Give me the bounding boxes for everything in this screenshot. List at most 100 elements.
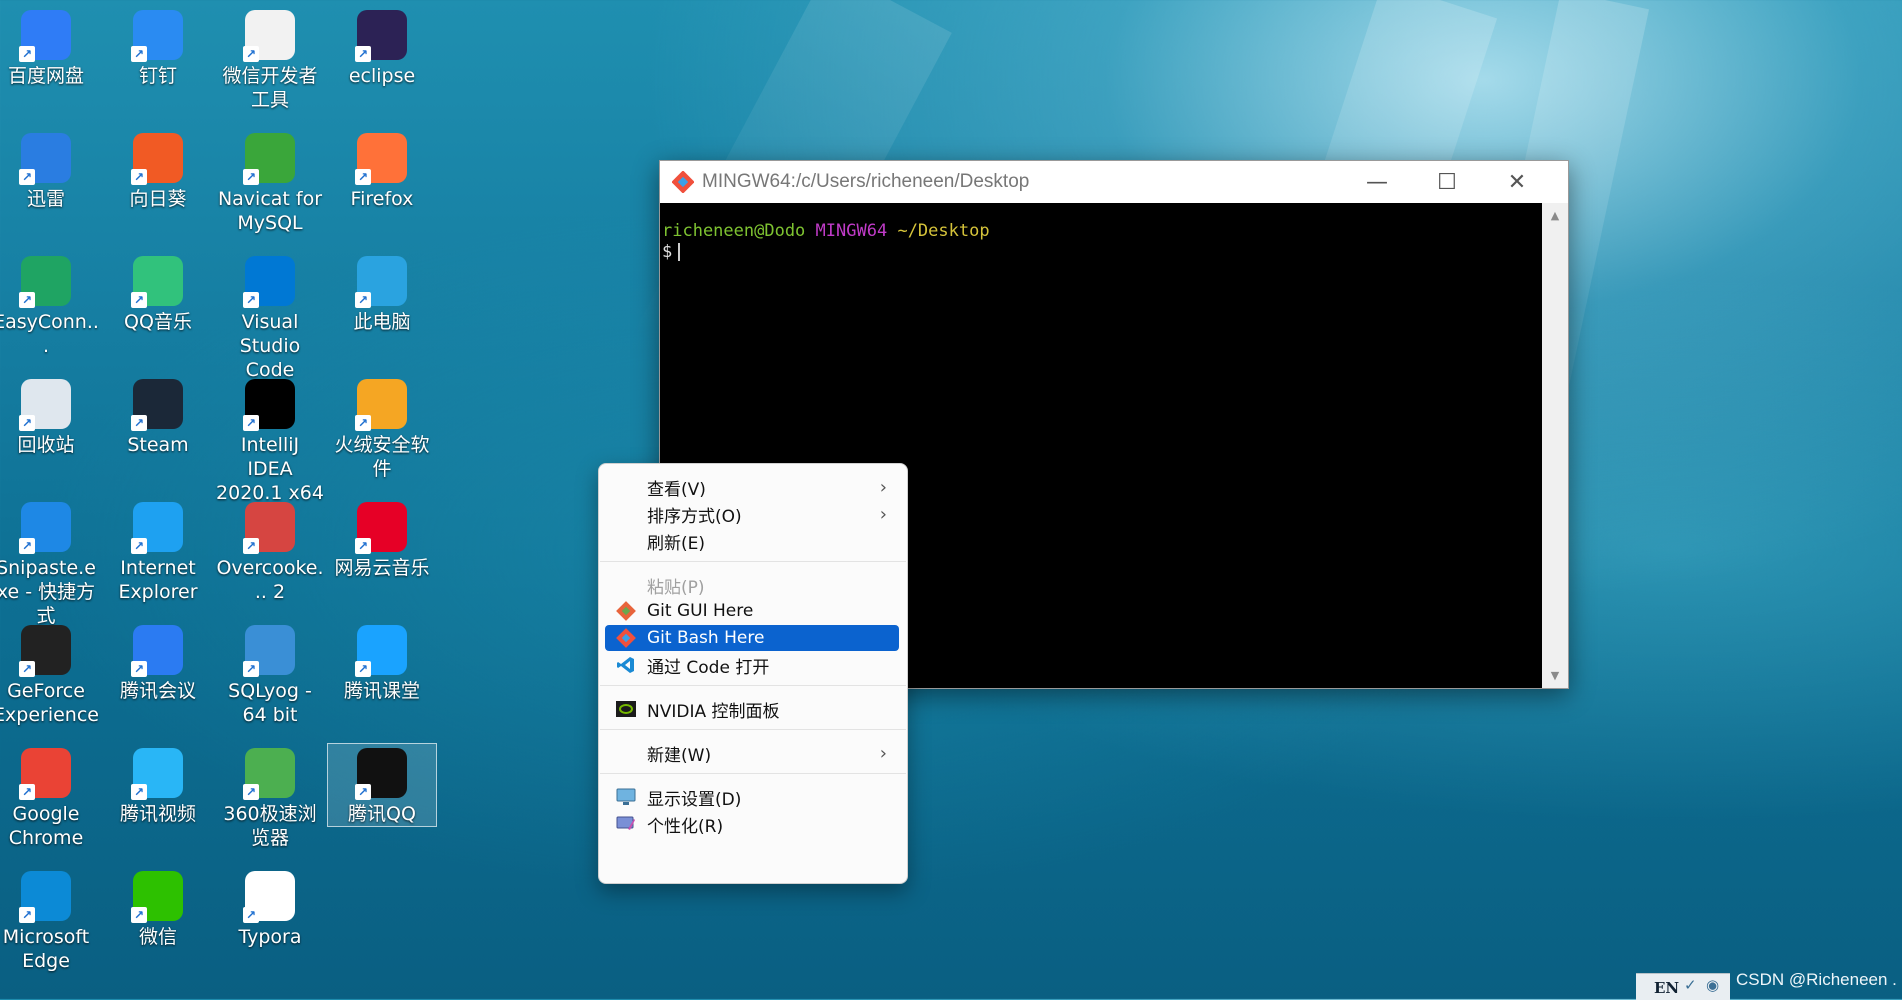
menu-item-open-code[interactable]: 通过 Code 打开 [605,652,899,678]
shortcut-arrow-icon: ↗ [355,538,371,554]
desktop-shortcut[interactable]: ↗ Snipaste.exe - 快捷方式 [0,498,100,628]
shortcut-arrow-icon: ↗ [355,169,371,185]
qqmusic-icon: ↗ [131,256,183,308]
desktop-shortcut[interactable]: ↗ 腾讯课堂 [328,621,436,703]
desktop-shortcut[interactable]: ↗ 迅雷 [0,129,100,211]
shortcut-arrow-icon: ↗ [19,46,35,62]
this-pc-icon: ↗ [355,256,407,308]
snipaste-icon: ↗ [19,502,71,554]
vertical-scrollbar[interactable]: ▲ ▼ [1542,203,1568,688]
input-language-indicator[interactable]: EN [1654,979,1679,997]
menu-item-sort[interactable]: 排序方式(O) › [605,501,899,527]
desktop-shortcut[interactable]: ↗ eclipse [328,6,436,88]
desktop-shortcut[interactable]: ↗ IntelliJ IDEA 2020.1 x64 [216,375,324,505]
desktop-shortcut-label: 向日葵 [129,188,187,210]
desktop-shortcut[interactable]: ↗ SQLyog - 64 bit [216,621,324,727]
shortcut-arrow-icon: ↗ [243,538,259,554]
scroll-down-icon[interactable]: ▼ [1542,669,1568,682]
desktop-shortcut[interactable]: ↗ QQ音乐 [104,252,212,334]
ime-icon[interactable]: ✓ [1684,976,1697,994]
menu-item-view[interactable]: 查看(V) › [605,474,899,500]
desktop-context-menu: 查看(V) › 排序方式(O) › 刷新(E) 粘贴(P) Git GUI He… [598,463,908,884]
navicat-icon: ↗ [243,133,295,185]
desktop-shortcut[interactable]: ↗ Steam [104,375,212,457]
menu-item-git-gui[interactable]: Git GUI Here [605,598,899,624]
menu-separator [600,729,906,730]
intellij-icon: ↗ [243,379,295,431]
sqlyog-icon: ↗ [243,625,295,677]
desktop-shortcut[interactable]: ↗ Microsoft Edge [0,867,100,973]
desktop-shortcut[interactable]: ↗ GeForce Experience [0,621,100,727]
shortcut-arrow-icon: ↗ [243,661,259,677]
desktop-shortcut[interactable]: ↗ 此电脑 [328,252,436,334]
shortcut-arrow-icon: ↗ [131,784,147,800]
desktop-shortcut[interactable]: ↗ Overcooke... 2 [216,498,324,604]
menu-item-refresh[interactable]: 刷新(E) [605,528,899,554]
desktop-shortcut-label: 腾讯课堂 [343,680,420,702]
menu-item-label: NVIDIA 控制面板 [647,701,780,722]
menu-item-git-bash[interactable]: Git Bash Here [605,625,899,651]
menu-item-personalize[interactable]: 个性化(R) [605,811,899,837]
menu-item-nvidia[interactable]: NVIDIA 控制面板 [605,696,899,722]
desktop-shortcut[interactable]: ↗ 360极速浏览器 [216,744,324,850]
desktop-shortcut[interactable]: ↗ Typora [216,867,324,949]
desktop-shortcut-label: EasyConn... [0,311,99,357]
shortcut-arrow-icon: ↗ [19,538,35,554]
desktop-shortcut[interactable]: ↗ Visual Studio Code [216,252,324,382]
desktop-shortcut[interactable]: ↗ 腾讯QQ [327,743,437,827]
menu-item-new[interactable]: 新建(W) › [605,740,899,766]
taskbar-tray[interactable]: EN ✓ ◉ [1636,973,1730,1000]
desktop-shortcut[interactable]: ↗ 火绒安全软件 [328,375,436,481]
menu-item-display[interactable]: 显示设置(D) [605,784,899,810]
tray-icon[interactable]: ◉ [1706,976,1719,994]
desktop-shortcut[interactable]: ↗ 微信开发者工具 [216,6,324,112]
prompt-env: MINGW64 [815,221,888,241]
chevron-right-icon: › [879,503,887,525]
desktop-shortcut[interactable]: ↗ 腾讯会议 [104,621,212,703]
close-button[interactable]: ✕ [1482,161,1552,203]
vscode-icon [615,655,637,675]
desktop-shortcut[interactable]: ↗ 百度网盘 [0,6,100,88]
desktop-shortcut[interactable]: ↗ Internet Explorer [104,498,212,604]
scroll-up-icon[interactable]: ▲ [1542,209,1568,222]
desktop-shortcut-label: Overcooke... 2 [216,557,324,603]
menu-item-label: 刷新(E) [647,533,706,554]
desktop-shortcut[interactable]: ↗ Navicat for MySQL [216,129,324,235]
desktop-shortcut[interactable]: ↗ 钉钉 [104,6,212,88]
xunlei-icon: ↗ [19,133,71,185]
minimize-button[interactable]: — [1342,161,1412,203]
shortcut-arrow-icon: ↗ [243,784,259,800]
desktop-shortcut[interactable]: ↗ 网易云音乐 [328,498,436,580]
desktop-shortcut[interactable]: ↗ 微信 [104,867,212,949]
nvidia-icon [615,699,637,719]
desktop-shortcut[interactable]: ↗ 腾讯视频 [104,744,212,826]
input-line[interactable]: $ [662,242,1540,263]
desktop-shortcut[interactable]: ↗ 回收站 [0,375,100,457]
desktop-shortcut[interactable]: ↗ Firefox [328,129,436,211]
maximize-button[interactable]: ☐ [1412,161,1482,203]
desktop-shortcut-label: Navicat for MySQL [217,188,323,234]
window-titlebar[interactable]: MINGW64:/c/Users/richeneen/Desktop — ☐ ✕ [660,161,1568,203]
menu-item-label: Git Bash Here [647,628,765,648]
personalize-icon [615,814,637,834]
desktop-shortcut-label: 腾讯会议 [119,680,196,702]
chevron-right-icon: › [879,476,887,498]
menu-item-label: 通过 Code 打开 [647,657,770,678]
desktop-shortcut[interactable]: ↗ EasyConn... [0,252,100,358]
shortcut-arrow-icon: ↗ [19,415,35,431]
vscode-icon: ↗ [243,256,295,308]
firefox-icon: ↗ [355,133,407,185]
shortcut-arrow-icon: ↗ [131,169,147,185]
desktop-shortcut-label: 迅雷 [26,188,65,210]
shortcut-arrow-icon: ↗ [355,661,371,677]
desktop-shortcut-label: 微信开发者工具 [222,65,318,111]
shortcut-arrow-icon: ↗ [355,292,371,308]
shortcut-arrow-icon: ↗ [19,784,35,800]
desktop-shortcut[interactable]: ↗ 向日葵 [104,129,212,211]
steam-icon: ↗ [131,379,183,431]
desktop-shortcut-label: QQ音乐 [124,311,192,333]
desktop-shortcut[interactable]: ↗ Google Chrome [0,744,100,850]
typora-icon: ↗ [243,871,295,923]
shortcut-arrow-icon: ↗ [243,46,259,62]
edge-icon: ↗ [19,871,71,923]
